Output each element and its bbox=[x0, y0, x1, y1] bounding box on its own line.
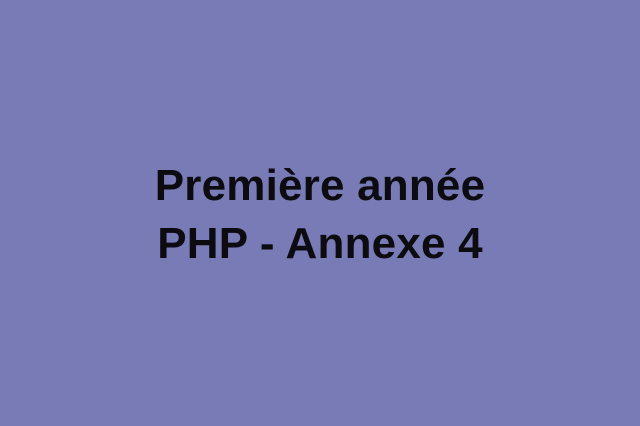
title-line-1: Première année bbox=[154, 161, 486, 210]
cover-canvas: Première année PHP - Annexe 4 bbox=[0, 0, 640, 426]
title-block: Première année PHP - Annexe 4 bbox=[155, 157, 486, 273]
title-line-2: PHP - Annexe 4 bbox=[157, 219, 483, 268]
